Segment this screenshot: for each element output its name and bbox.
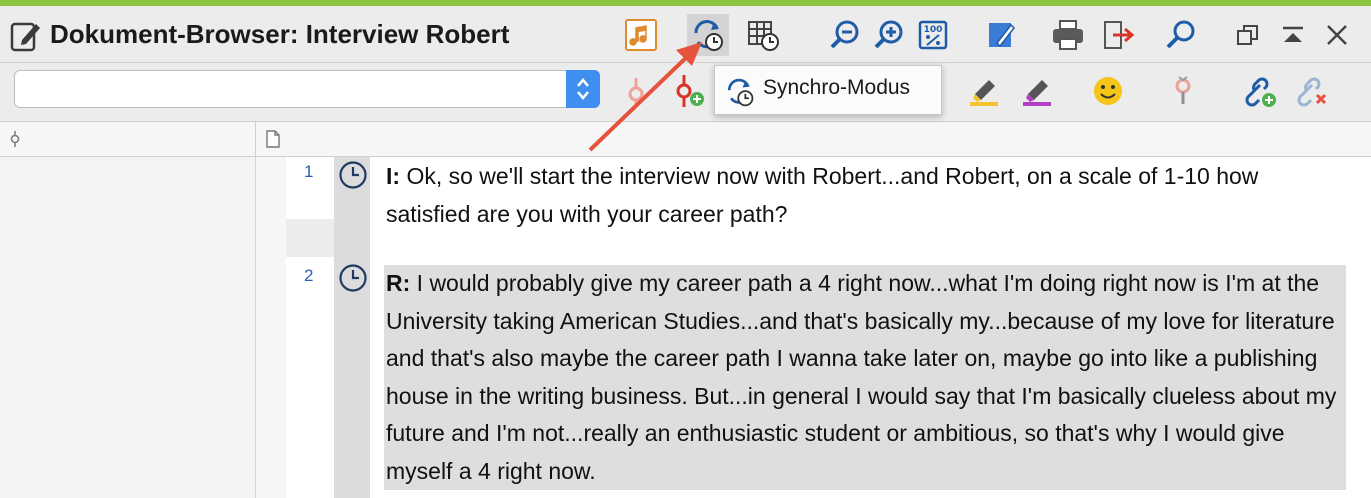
paragraph-2[interactable]: R: I would probably give my career path … xyxy=(384,265,1346,490)
timestamp-clock-icon[interactable] xyxy=(338,263,368,293)
collapse-icon xyxy=(1283,26,1303,42)
tooltip-label: Synchro-Modus xyxy=(763,76,911,99)
paragraph-text: Ok, so we'll start the interview now wit… xyxy=(386,163,1259,227)
paragraph-1[interactable]: I: Ok, so we'll start the interview now … xyxy=(386,158,1346,233)
search-icon xyxy=(1166,20,1195,49)
code-add-button[interactable] xyxy=(668,71,708,111)
column-header xyxy=(0,122,1371,157)
close-button[interactable] xyxy=(1316,14,1358,56)
window-restore-button[interactable] xyxy=(1227,14,1269,56)
print-icon xyxy=(1053,20,1083,50)
code-combo-box[interactable] xyxy=(14,70,600,108)
table-clock-icon xyxy=(748,21,779,51)
coding-stripes-pane[interactable] xyxy=(0,157,256,498)
speaker-label: R: xyxy=(386,270,411,296)
link-add-icon xyxy=(1245,77,1276,107)
synchro-mode-button[interactable] xyxy=(687,14,729,56)
code-toolbar xyxy=(0,63,1371,122)
music-icon xyxy=(625,19,657,51)
export-icon xyxy=(1104,21,1135,49)
close-icon xyxy=(1327,25,1347,45)
paragraph-number: 2 xyxy=(304,266,314,285)
smiley-icon xyxy=(1094,77,1122,105)
music-button[interactable] xyxy=(620,14,662,56)
memo-icon xyxy=(989,23,1015,48)
timestamp-column xyxy=(334,157,370,498)
export-button[interactable] xyxy=(1097,14,1139,56)
svg-text:100: 100 xyxy=(924,25,943,35)
highlighter-purple-icon xyxy=(1023,80,1051,106)
code-add-icon xyxy=(676,75,704,107)
paragraph-number-column xyxy=(286,157,334,498)
paragraph-text: I would probably give my career path a 4… xyxy=(386,270,1337,484)
zoom-100-button[interactable]: 100 xyxy=(912,14,954,56)
zoom-out-button[interactable] xyxy=(824,14,866,56)
highlight-yellow-button[interactable] xyxy=(964,71,1004,111)
code-pin-button[interactable] xyxy=(616,71,656,111)
code-pin-gray-button[interactable] xyxy=(1163,71,1203,111)
emoticode-button[interactable] xyxy=(1088,71,1128,111)
print-button[interactable] xyxy=(1047,14,1089,56)
gutter xyxy=(256,157,286,498)
zoom-in-button[interactable] xyxy=(868,14,910,56)
table-time-button[interactable] xyxy=(742,14,784,56)
window-restore-icon xyxy=(1237,25,1258,45)
link-add-button[interactable] xyxy=(1240,71,1280,111)
collapse-button[interactable] xyxy=(1272,14,1314,56)
zoom-in-icon xyxy=(874,20,903,49)
document-column-icon xyxy=(266,130,280,148)
paragraph-number: 1 xyxy=(304,162,314,181)
sync-icon xyxy=(727,78,754,107)
code-pin-gray-icon xyxy=(1175,76,1191,104)
chevron-updown-icon[interactable] xyxy=(566,70,600,108)
window-title: Dokument-Browser: Interview Robert xyxy=(50,19,510,49)
memo-button[interactable] xyxy=(980,14,1022,56)
title-bar: Dokument-Browser: Interview Robert 100 xyxy=(0,6,1371,63)
column-separator[interactable] xyxy=(255,122,256,156)
highlight-purple-button[interactable] xyxy=(1017,71,1057,111)
search-button[interactable] xyxy=(1160,14,1202,56)
link-remove-icon xyxy=(1297,77,1327,107)
highlighter-yellow-icon xyxy=(970,80,998,106)
timestamp-clock-icon[interactable] xyxy=(338,160,368,190)
speaker-label: I: xyxy=(386,163,401,189)
percent-icon: 100 xyxy=(918,20,948,50)
link-remove-button[interactable] xyxy=(1292,71,1332,111)
sync-icon xyxy=(694,20,723,51)
edit-document-icon xyxy=(8,18,44,54)
synchro-mode-tooltip: Synchro-Modus xyxy=(714,65,942,115)
zoom-out-icon xyxy=(830,20,859,49)
code-column-icon xyxy=(10,131,20,147)
code-pin-icon xyxy=(628,78,644,106)
